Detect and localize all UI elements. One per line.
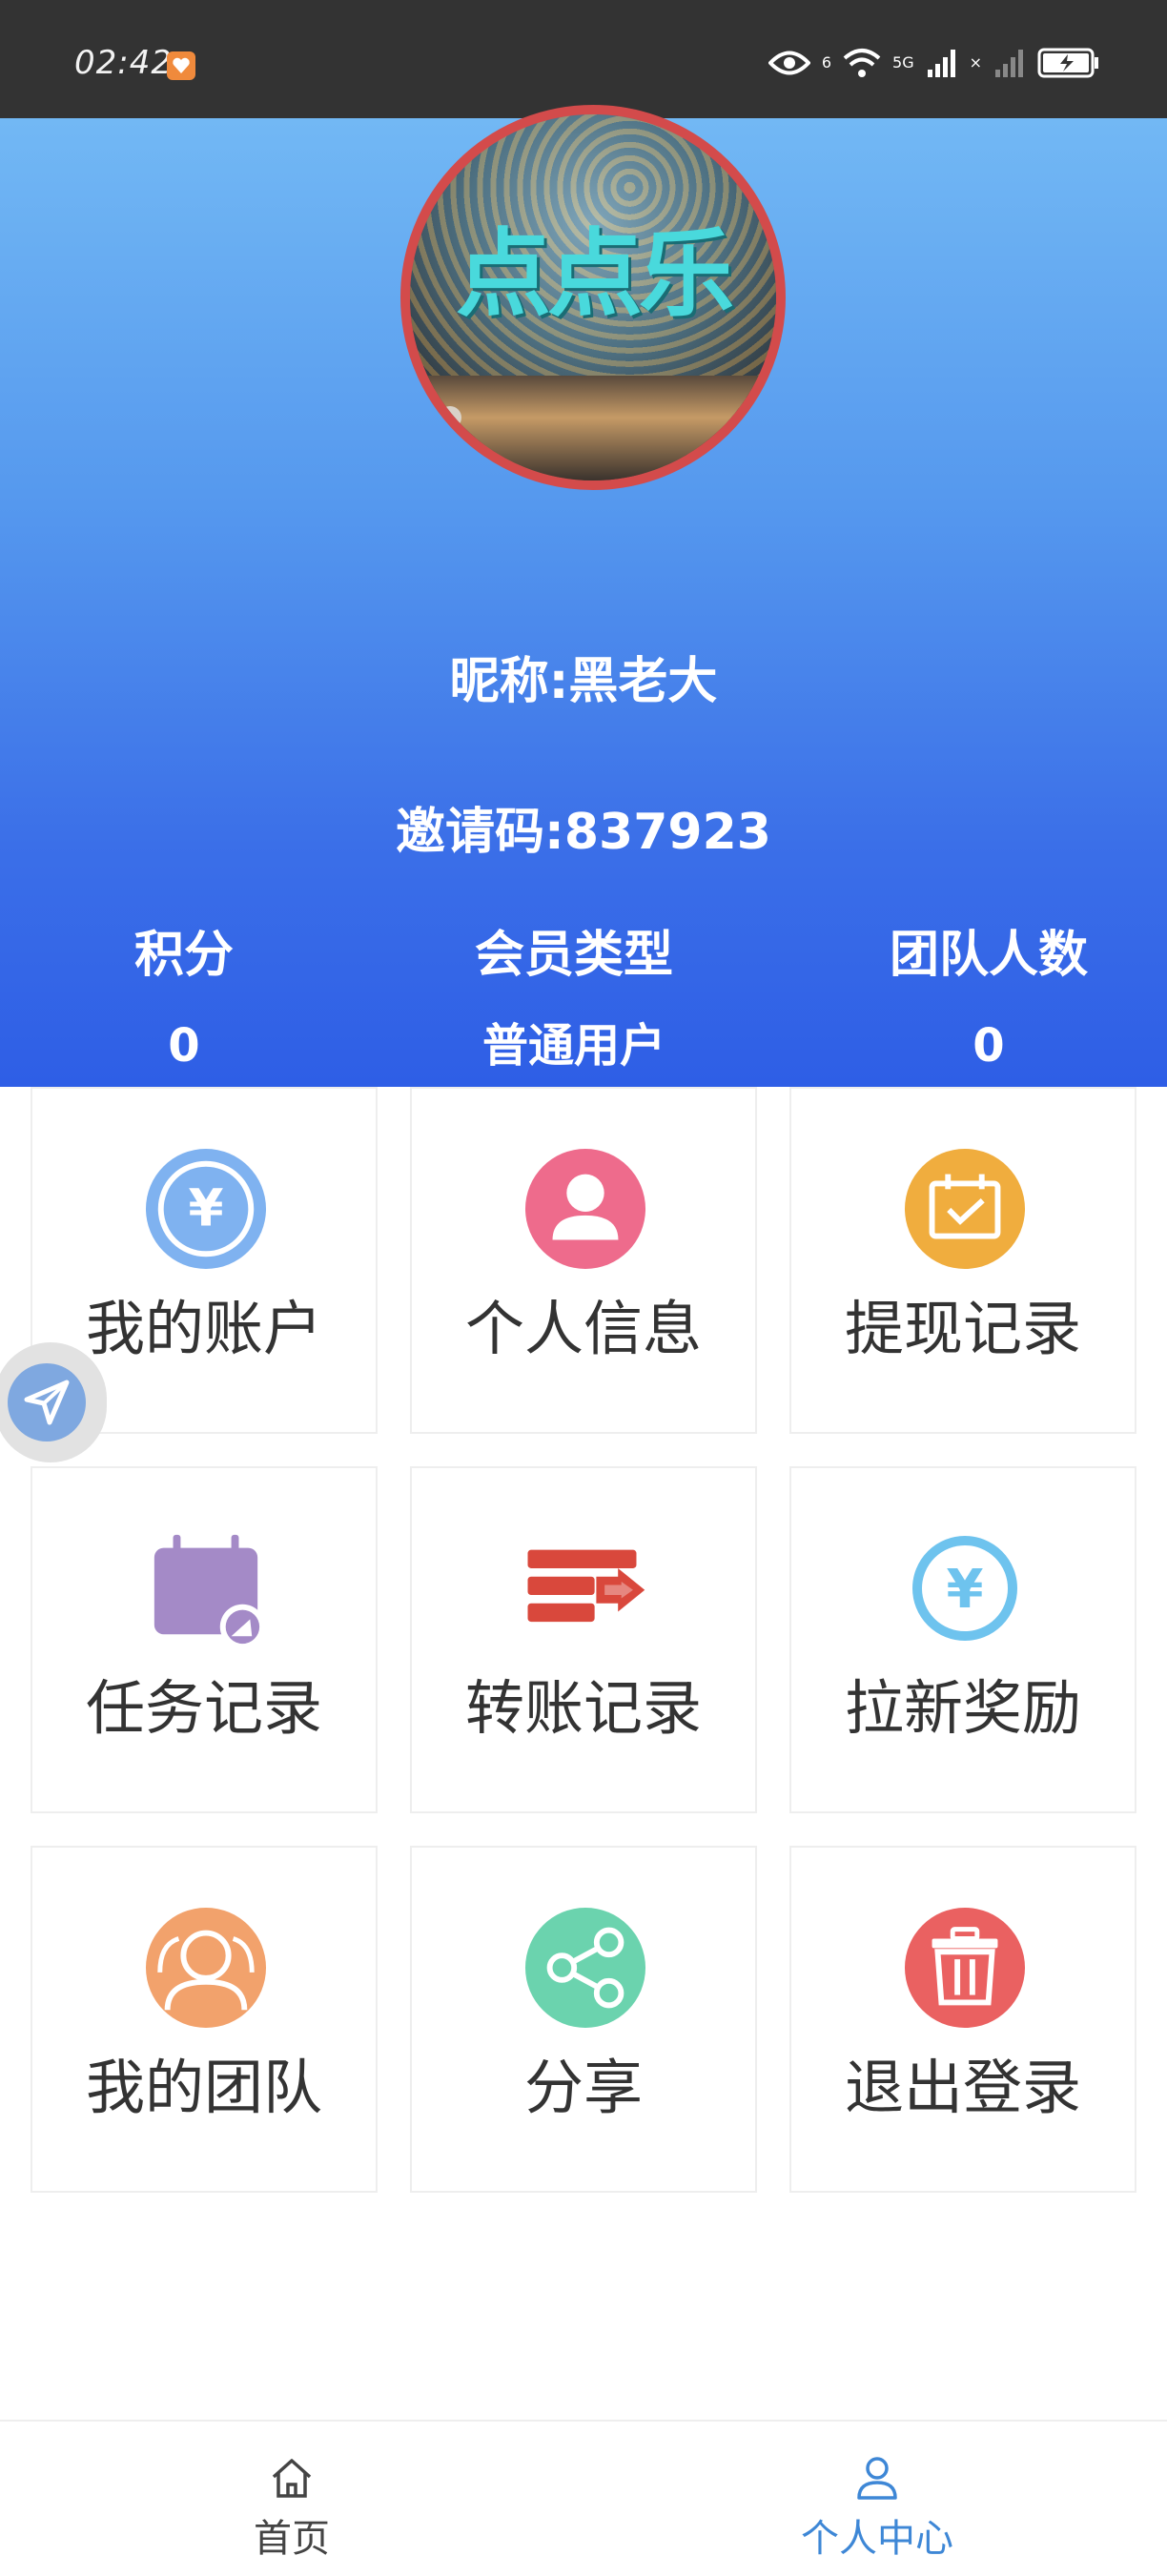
avatar[interactable]: 点点乐 [400,105,786,490]
cell-signal-icon [927,50,955,77]
yuan-outline-icon: ¥ [904,1527,1026,1649]
menu-task-record[interactable]: 任务记录 [31,1466,378,1813]
menu-referral-reward-label: 拉新奖励 [844,1673,1081,1743]
stat-team-count-value: 0 [972,1019,1005,1073]
signal-label-c: × [969,53,982,72]
stat-points-value: 0 [168,1019,200,1073]
stat-points: 积分 0 [0,917,375,1079]
menu-transfer-record[interactable]: 转账记录 [410,1466,757,1813]
person-icon [524,1148,646,1270]
wifi-icon [843,49,881,77]
tab-home[interactable]: 首页 [149,2422,435,2576]
menu-logout-label: 退出登录 [844,2053,1081,2122]
eye-icon [768,51,810,75]
tab-personal-center[interactable]: 个人中心 [734,2422,1020,2576]
menu-withdraw-record-label: 提现记录 [844,1294,1081,1363]
tab-home-label: 首页 [254,2517,330,2561]
menu-share[interactable]: 分享 [410,1846,757,2193]
menu-withdraw-record[interactable]: 提现记录 [789,1087,1136,1434]
menu-transfer-record-label: 转账记录 [464,1673,702,1743]
menu-personal-info[interactable]: 个人信息 [410,1087,757,1434]
svg-text:¥: ¥ [189,1179,224,1238]
menu-share-label: 分享 [523,2053,643,2122]
status-bar: 02:42 6 5G × [0,0,1167,118]
stat-member-type-value: 普通用户 [481,1019,665,1073]
floating-navigation-button[interactable] [0,1342,107,1462]
invite-code: 邀请码:837923 [396,804,771,861]
stat-points-label: 积分 [133,927,234,984]
task-calendar-icon [145,1527,267,1649]
logout-icon [904,1907,1026,2029]
nickname: 昵称:黑老大 [449,653,718,710]
menu-logout[interactable]: 退出登录 [789,1846,1136,2193]
yuan-circle-icon: ¥ [145,1148,267,1270]
svg-text:¥: ¥ [947,1559,984,1621]
app-notification-icon [167,51,195,80]
avatar-badge [439,406,461,429]
home-icon [272,2459,312,2498]
menu-my-team-label: 我的团队 [85,2053,322,2122]
stat-team-count: 团队人数 0 [798,917,1167,1079]
profile-header: 点点乐 昵称:黑老大 邀请码:837923 积分 0 会员类型 普通用户 团队人… [0,105,1167,1087]
status-time: 02:42 [74,44,173,82]
stat-member-type: 会员类型 普通用户 [383,917,765,1079]
share-icon [524,1907,646,2029]
calendar-check-icon [904,1148,1026,1270]
team-icon [145,1907,267,2029]
signal-label-b: 5G [892,53,914,72]
stat-member-type-label: 会员类型 [474,927,673,984]
battery-icon [1037,48,1098,78]
stat-team-count-label: 团队人数 [889,927,1088,984]
menu-referral-reward[interactable]: ¥ 拉新奖励 [789,1466,1136,1813]
cell-signal-2-icon [995,50,1023,77]
bottom-tabbar: 首页 个人中心 [0,2420,1167,2576]
tab-personal-center-label: 个人中心 [801,2517,953,2561]
menu-task-record-label: 任务记录 [85,1673,322,1743]
transfer-icon [524,1527,646,1649]
user-icon [857,2457,897,2500]
signal-label-a: 6 [821,53,832,72]
menu-my-team[interactable]: 我的团队 [31,1846,378,2193]
menu-personal-info-label: 个人信息 [464,1294,702,1363]
avatar-logo-text: 点点乐 [456,218,734,330]
paper-plane-icon [8,1363,86,1441]
